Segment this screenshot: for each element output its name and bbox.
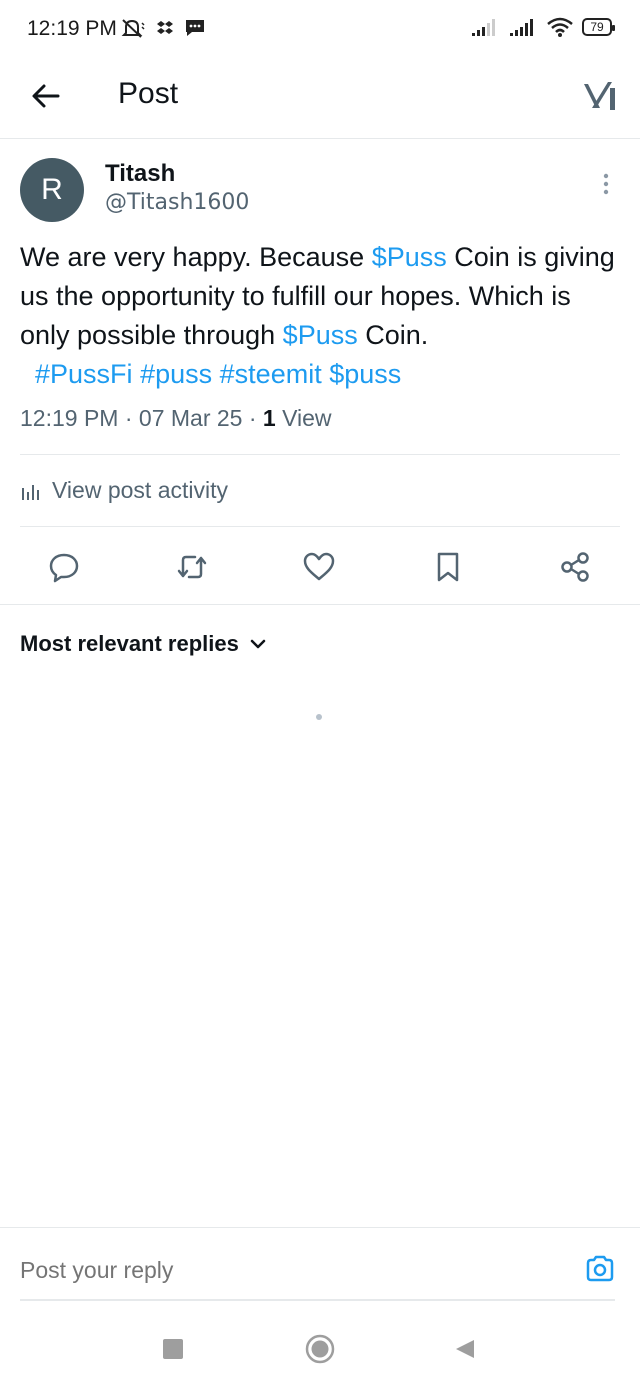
mute-icon <box>121 19 145 38</box>
post-date: 07 Mar 25 <box>138 405 243 431</box>
bookmark-icon[interactable] <box>431 550 465 584</box>
share-icon[interactable] <box>558 550 592 584</box>
signal-icon <box>510 19 533 36</box>
post-time: 12:19 PM <box>20 405 119 431</box>
post-text: We are very happy. Because $Puss Coin is… <box>20 242 615 389</box>
status-time: 12:19 PM <box>27 17 117 40</box>
chevron-down-icon <box>250 639 266 649</box>
divider <box>0 604 640 605</box>
cashtag-link[interactable]: $Puss <box>283 320 358 350</box>
battery-icon: 79 <box>582 18 615 36</box>
header: Post <box>0 60 640 139</box>
status-bar: 12:19 PM 79 <box>0 0 640 60</box>
reply-icon[interactable] <box>47 550 81 584</box>
user-handle[interactable]: @Titash1600 <box>105 190 249 215</box>
loading-indicator <box>316 714 322 720</box>
hashtag-link[interactable]: #puss <box>140 359 212 389</box>
avatar[interactable]: R <box>20 158 84 222</box>
signal-icon <box>472 19 495 36</box>
repost-icon[interactable] <box>175 550 209 584</box>
view-post-activity-button[interactable]: View post activity <box>20 477 228 504</box>
hashtag-link[interactable]: #PussFi <box>35 359 133 389</box>
more-options-icon[interactable] <box>598 172 614 198</box>
recent-apps-icon[interactable] <box>163 1339 183 1359</box>
system-nav-bar <box>0 1310 640 1387</box>
wifi-icon <box>547 17 573 37</box>
action-bar <box>0 540 640 596</box>
arrow-left-icon[interactable] <box>28 78 64 114</box>
page-title: Post <box>118 77 179 110</box>
user-name[interactable]: Titash <box>105 160 175 188</box>
reply-input[interactable] <box>20 1250 560 1290</box>
camera-icon[interactable] <box>583 1252 617 1286</box>
x-logo-icon <box>584 82 615 110</box>
dropbox-icon <box>157 21 173 34</box>
hashtag-link[interactable]: #steemit <box>220 359 322 389</box>
activity-label: View post activity <box>52 477 228 503</box>
reply-underline <box>20 1299 615 1301</box>
replies-sort-dropdown[interactable]: Most relevant replies <box>20 631 267 657</box>
divider <box>0 1227 640 1228</box>
like-icon[interactable] <box>302 550 336 584</box>
views-count: 1 <box>262 405 276 431</box>
cashtag-link[interactable]: $Puss <box>372 242 447 272</box>
views-label: View <box>282 405 332 431</box>
cashtag-link[interactable]: $puss <box>329 359 401 389</box>
message-icon <box>186 20 204 36</box>
home-icon[interactable] <box>305 1334 335 1364</box>
divider <box>20 454 620 455</box>
post-meta: 12:19 PM · 07 Mar 25 · 1 View <box>20 405 332 431</box>
analytics-icon <box>22 484 39 500</box>
back-triangle-icon[interactable] <box>454 1338 476 1360</box>
divider <box>20 526 620 527</box>
replies-sort-label: Most relevant replies <box>20 631 239 656</box>
